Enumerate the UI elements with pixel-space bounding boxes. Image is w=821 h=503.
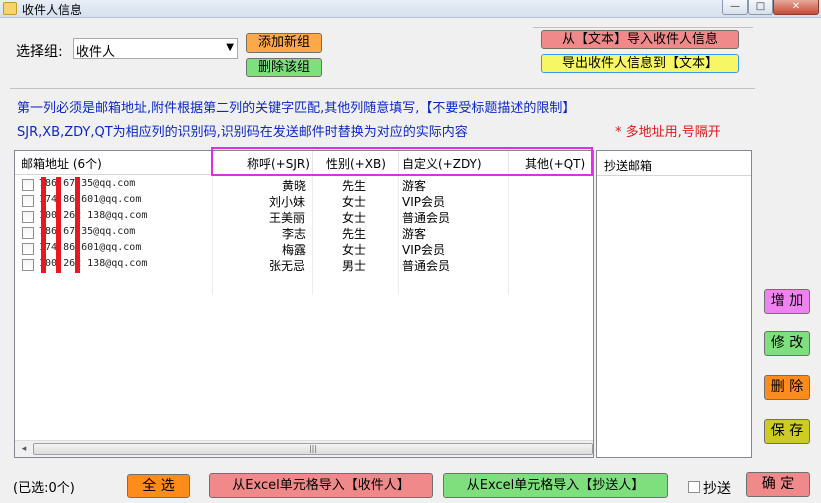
import-text-label: 从【文本】导入收件人信息 (561, 32, 718, 47)
table-row[interactable]: 174 86 601@qq.com 梅露 女士 VIP会员 (15, 241, 593, 257)
redaction-bar (41, 177, 46, 273)
close-button[interactable]: ✕ (773, 0, 819, 15)
hint-line-3: * 多地址用,号隔开 (615, 125, 721, 140)
name-cell: 张无忌 (269, 259, 306, 273)
cc-checkbox[interactable] (688, 481, 700, 493)
name-cell: 李志 (282, 227, 307, 241)
table-row[interactable]: 786 67 35@qq.com 黄晓 先生 游客 (15, 177, 593, 193)
minimize-button[interactable]: — (722, 0, 748, 15)
edit-button-label: 修 改 (770, 335, 804, 351)
group-select[interactable]: 收件人 ▼ (73, 38, 238, 60)
row-checkbox[interactable] (22, 195, 34, 207)
custom-cell: 游客 (402, 227, 427, 241)
delete-group-label: 删除该组 (257, 60, 310, 75)
name-cell: 王美丽 (269, 211, 306, 225)
save-button-label: 保 存 (770, 423, 804, 439)
maximize-button[interactable]: □ (748, 0, 773, 15)
redaction-bar (56, 177, 61, 273)
cc-table[interactable]: 抄送邮箱 (596, 150, 752, 458)
group-label: 选择组: (16, 44, 63, 60)
name-cell: 刘小妹 (269, 195, 306, 209)
table-row[interactable]: 174 86 601@qq.com 刘小妹 女士 VIP会员 (15, 193, 593, 209)
gender-cell: 女士 (342, 211, 367, 225)
confirm-button[interactable]: 确 定 (746, 472, 810, 497)
app-icon (3, 2, 17, 15)
frame-line-top (533, 27, 753, 28)
save-button[interactable]: 保 存 (764, 419, 810, 444)
select-all-button[interactable]: 全 选 (127, 474, 190, 498)
add-button[interactable]: 增 加 (764, 289, 810, 314)
table-row[interactable]: 100 262 138@qq.com 张无忌 男士 普通会员 (15, 257, 593, 273)
scroll-thumb[interactable]: ||| (33, 443, 593, 455)
group-select-value: 收件人 (76, 45, 116, 60)
import-text-button[interactable]: 从【文本】导入收件人信息 (541, 30, 739, 49)
gender-cell: 女士 (342, 243, 367, 257)
email-cell: 174 86 601@qq.com (39, 242, 142, 253)
custom-cell: VIP会员 (402, 243, 445, 257)
confirm-label: 确 定 (761, 476, 795, 492)
select-all-label: 全 选 (142, 478, 175, 494)
redaction-bar (75, 177, 80, 273)
import-excel-recipient-label: 从Excel单元格导入【收件人】 (232, 478, 410, 493)
name-cell: 梅露 (282, 243, 307, 257)
frame-line-hints (10, 88, 755, 89)
export-text-label: 导出收件人信息到【文本】 (561, 56, 718, 71)
email-cell: 786 67 35@qq.com (39, 178, 136, 189)
gender-cell: 先生 (342, 179, 367, 193)
custom-cell: 普通会员 (402, 211, 451, 225)
import-excel-recipient-button[interactable]: 从Excel单元格导入【收件人】 (209, 473, 433, 498)
add-button-label: 增 加 (770, 293, 804, 309)
row-checkbox[interactable] (22, 259, 34, 271)
cc-header: 抄送邮箱 (604, 159, 653, 173)
hint-line-1: 第一列必须是邮箱地址,附件根据第二列的关键字匹配,其他列随意填写,【不要受标题描… (17, 101, 576, 116)
name-cell: 黄晓 (282, 179, 307, 193)
export-text-button[interactable]: 导出收件人信息到【文本】 (541, 54, 739, 73)
cc-checkbox-label: 抄送 (703, 481, 731, 497)
row-checkbox[interactable] (22, 227, 34, 239)
custom-cell: VIP会员 (402, 195, 445, 209)
edit-button[interactable]: 修 改 (764, 331, 810, 356)
horizontal-scrollbar[interactable]: ◂ ||| (15, 440, 593, 457)
table-row[interactable]: 786 67 35@qq.com 李志 先生 游客 (15, 225, 593, 241)
import-excel-cc-label: 从Excel单元格导入【抄送人】 (466, 478, 645, 493)
add-group-label: 添加新组 (257, 35, 310, 50)
gender-cell: 女士 (342, 195, 367, 209)
gender-cell: 先生 (342, 227, 367, 241)
row-checkbox[interactable] (22, 211, 34, 223)
cc-header-divider (597, 175, 751, 176)
custom-cell: 普通会员 (402, 259, 451, 273)
add-group-button[interactable]: 添加新组 (246, 33, 322, 53)
column-highlight-box (211, 147, 593, 176)
import-excel-cc-button[interactable]: 从Excel单元格导入【抄送人】 (443, 473, 668, 498)
chevron-down-icon: ▼ (226, 42, 234, 53)
title-bar: 收件人信息 — □ ✕ (0, 0, 821, 18)
col-email-header[interactable]: 邮箱地址 (6个) (21, 155, 102, 172)
delete-group-button[interactable]: 删除该组 (246, 58, 322, 77)
email-cell: 174 86 601@qq.com (39, 194, 142, 205)
window-title: 收件人信息 (22, 3, 83, 17)
selected-count: (已选:0个) (13, 481, 75, 496)
table-row[interactable]: 100 262 138@qq.com 王美丽 女士 普通会员 (15, 209, 593, 225)
row-checkbox[interactable] (22, 179, 34, 191)
delete-button-label: 删 除 (770, 379, 804, 395)
delete-button[interactable]: 删 除 (764, 375, 810, 400)
email-cell: 786 67 35@qq.com (39, 226, 136, 237)
recipient-table[interactable]: 邮箱地址 (6个) 称呼(+SJR) 性别(+XB) 自定义(+ZDY) 其他(… (14, 150, 594, 458)
scroll-left-icon[interactable]: ◂ (16, 442, 32, 456)
hint-line-2: SJR,XB,ZDY,QT为相应列的识别码,识别码在发送邮件时替换为对应的实际内… (17, 125, 468, 140)
row-checkbox[interactable] (22, 243, 34, 255)
gender-cell: 男士 (342, 259, 367, 273)
custom-cell: 游客 (402, 179, 427, 193)
